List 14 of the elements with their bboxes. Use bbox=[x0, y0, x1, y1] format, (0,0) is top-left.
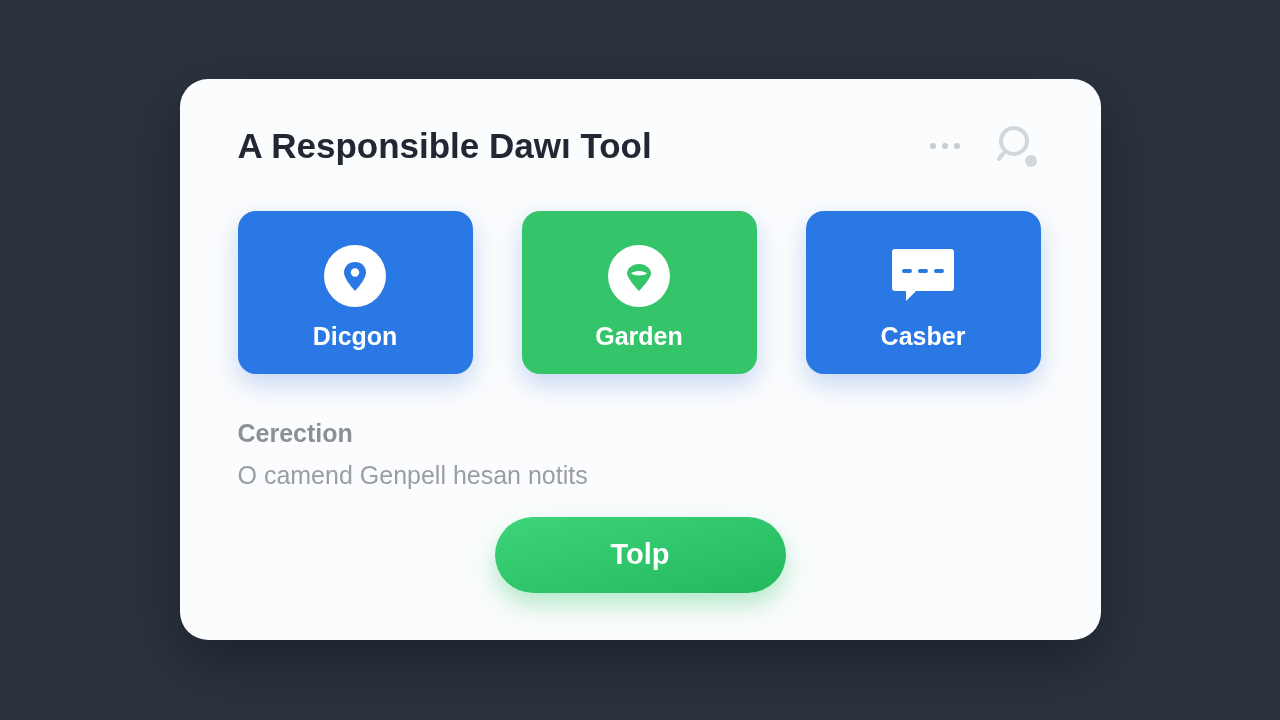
section-heading: Cerection bbox=[237, 418, 353, 448]
category-tile[interactable]: Casber bbox=[805, 211, 1041, 374]
pin-icon bbox=[324, 245, 386, 307]
category-tile[interactable]: Garden bbox=[521, 211, 757, 374]
section-text: O camend Genpell hesan notits bbox=[237, 460, 588, 490]
search-icon[interactable] bbox=[995, 124, 1040, 168]
more-icon[interactable] bbox=[928, 142, 961, 150]
pin-icon bbox=[608, 245, 670, 307]
category-tile[interactable]: Dicgon bbox=[237, 211, 473, 374]
tile-label: Garden bbox=[595, 321, 683, 351]
primary-button[interactable]: Tolp bbox=[494, 517, 786, 593]
tile-label: Casber bbox=[880, 321, 966, 351]
card-title: A Responsible Dawı Tool bbox=[237, 125, 652, 167]
tile-label: Dicgon bbox=[312, 321, 398, 351]
